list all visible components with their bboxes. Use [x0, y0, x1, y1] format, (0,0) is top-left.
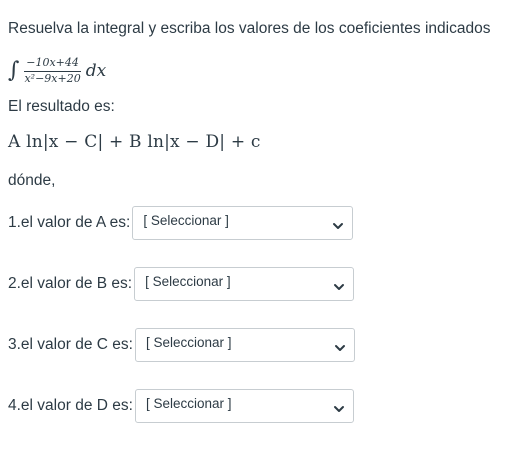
question-label-a: 1.el valor de A es:: [8, 214, 131, 231]
select-b-dropdown[interactable]: [ Seleccionar ]: [134, 267, 355, 301]
integral-expression: ∫ −10x+44 x²−9x+20 dx: [8, 54, 106, 88]
select-b-value: [ Seleccionar ]: [145, 274, 231, 289]
result-label: El resultado es:: [8, 98, 115, 115]
question-row-d: 4.el valor de D es: [ Seleccionar ]: [8, 389, 354, 423]
integrand-fraction: −10x+44 x²−9x+20: [22, 56, 82, 85]
question-row-a: 1.el valor de A es: [ Seleccionar ]: [8, 206, 354, 240]
integral-sign: ∫: [8, 58, 20, 83]
select-d-value: [ Seleccionar ]: [145, 396, 232, 411]
question-label-c: 3.el valor de C es:: [8, 336, 133, 353]
question-label-d: 4.el valor de D es:: [8, 397, 133, 414]
select-a-dropdown[interactable]: [ Seleccionar ]: [132, 206, 354, 240]
question-row-c: 3.el valor de C es: [ Seleccionar ]: [8, 328, 355, 362]
question-label-b: 2.el valor de B es:: [8, 275, 133, 292]
select-c-dropdown[interactable]: [ Seleccionar ]: [134, 328, 355, 362]
chevron-down-icon: [334, 345, 345, 351]
result-formula: A ln|x − C| + B ln|x − D| + c: [8, 132, 261, 152]
differential: dx: [85, 61, 107, 81]
select-a-value: [ Seleccionar ]: [143, 213, 229, 228]
chevron-down-icon: [333, 406, 344, 412]
fraction-denominator: x²−9x+20: [24, 71, 81, 85]
select-d-dropdown[interactable]: [ Seleccionar ]: [134, 389, 354, 423]
question-row-b: 2.el valor de B es: [ Seleccionar ]: [8, 267, 355, 301]
chevron-down-icon: [333, 223, 344, 229]
question-prompt: Resuelva la integral y escriba los valor…: [8, 20, 491, 37]
fraction-numerator: −10x+44: [24, 56, 81, 72]
select-c-value: [ Seleccionar ]: [145, 335, 232, 350]
chevron-down-icon: [334, 284, 345, 290]
donde-label: dónde,: [8, 172, 56, 189]
